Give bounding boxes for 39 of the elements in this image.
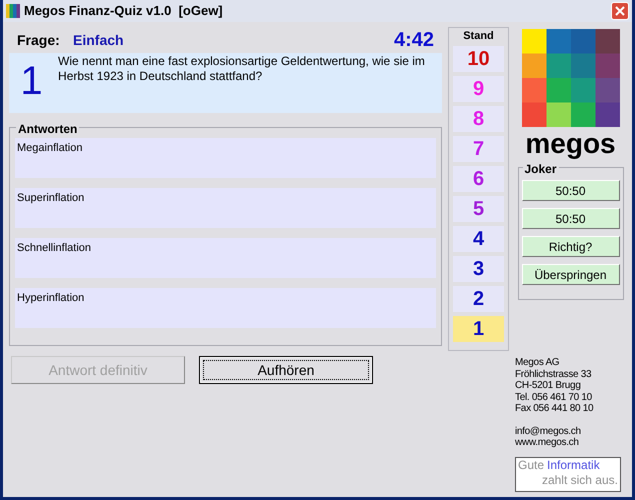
- action-button[interactable]: Aufhören: [199, 356, 373, 384]
- level-number: 7: [472, 138, 484, 160]
- answer-option[interactable]: Superinflation: [15, 188, 436, 228]
- slogan-text: zahlt sich aus.: [542, 472, 618, 488]
- address-line: Megos AG: [515, 357, 560, 368]
- answer-option[interactable]: Hyperinflation: [15, 288, 436, 328]
- brand-name: megos: [525, 127, 616, 161]
- timer: 4:42: [394, 28, 434, 53]
- address-line: Fröhlichstrasse 33: [515, 368, 592, 380]
- answer-option[interactable]: Megainflation: [15, 138, 436, 178]
- question-label: Frage:: [17, 30, 61, 50]
- joker-button[interactable]: 50:50: [522, 180, 620, 201]
- joker-button[interactable]: Richtig?: [522, 236, 620, 257]
- difficulty-label: Einfach: [73, 30, 124, 50]
- address-line: Fax 056 441 80 10: [515, 403, 594, 414]
- level-number: 5: [472, 198, 484, 220]
- level-number: 6: [472, 168, 484, 190]
- answer-option[interactable]: Schnellinflation: [15, 238, 436, 278]
- slogan-text: Gute: [518, 458, 544, 472]
- contact-link[interactable]: info@megos.ch: [515, 426, 594, 437]
- level-number: 2: [472, 288, 484, 310]
- slogan-highlight: Informatik: [547, 458, 600, 472]
- address-line: CH-5201 Brugg: [515, 380, 582, 392]
- contact-link[interactable]: www.megos.ch: [515, 437, 594, 448]
- joker-button[interactable]: 50:50: [522, 208, 620, 229]
- level-number: 1: [472, 318, 484, 340]
- level-number: 3: [472, 258, 484, 280]
- level-number: 4: [472, 228, 484, 250]
- question-number: 1: [19, 58, 44, 105]
- ladder-title: Stand: [463, 30, 494, 42]
- close-icon[interactable]: [611, 2, 629, 20]
- address-line: Tel. 056 461 70 10: [515, 392, 593, 403]
- window-title: Megos Finanz-Quiz v1.0 [oGew]: [24, 2, 223, 20]
- level-number: 10: [467, 48, 490, 70]
- level-number: 8: [472, 108, 484, 130]
- question-text: Wie nennt man eine fast explosionsartige Geldentwertung, wie sie im Herbst 1923 in Deutschland stattfand?: [58, 53, 426, 85]
- level-number: 9: [472, 78, 484, 100]
- app-icon: [6, 4, 20, 18]
- joker-button[interactable]: Überspringen: [522, 264, 620, 285]
